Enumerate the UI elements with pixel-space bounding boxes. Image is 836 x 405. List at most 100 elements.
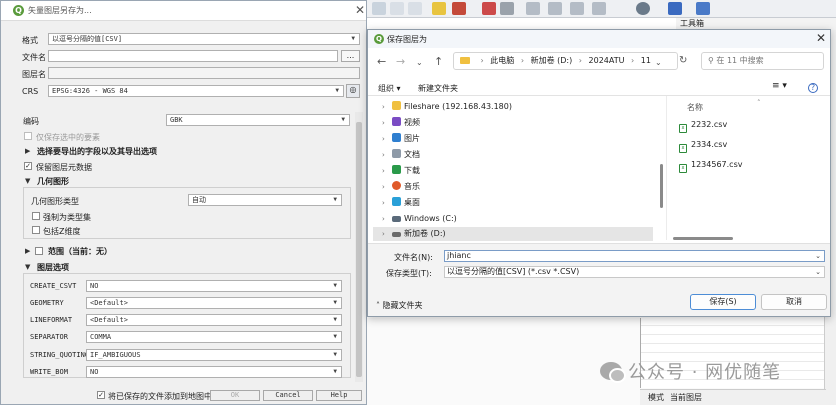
add-to-map-checkbox[interactable]: ✓ xyxy=(97,391,105,399)
cancel-button[interactable]: 取消 xyxy=(761,294,827,310)
format-select[interactable]: 以逗号分隔的值[CSV] ▼ xyxy=(48,33,360,45)
layer-icon[interactable] xyxy=(432,2,446,15)
layer-options-section-title[interactable]: 图层选项 xyxy=(37,262,69,273)
merge-icon[interactable] xyxy=(592,2,606,15)
layer-option-select[interactable]: NO ▼ xyxy=(86,280,342,292)
expand-arrow-icon[interactable]: ▶ xyxy=(25,247,30,255)
up-icon[interactable]: ↑ xyxy=(434,55,443,68)
view-options-icon[interactable]: ≡ ▾ xyxy=(772,81,787,91)
tree-item[interactable]: › Windows (C:) xyxy=(382,212,457,226)
scroll-thumb[interactable] xyxy=(356,122,362,377)
tree-item[interactable]: › 视频 xyxy=(382,116,420,130)
help-button[interactable]: Help xyxy=(316,390,362,401)
dialog-title: 矢量图层另存为... xyxy=(28,6,92,15)
plugin-icon[interactable] xyxy=(668,2,682,15)
style-icon[interactable] xyxy=(452,2,466,15)
extent-label[interactable]: 范围（当前：无） xyxy=(48,246,112,257)
encoding-select[interactable]: GBK ▼ xyxy=(166,114,350,126)
browse-button[interactable]: ... xyxy=(341,50,360,62)
layer-option-value: NO xyxy=(90,282,99,290)
back-icon[interactable]: ← xyxy=(377,55,386,68)
search-input[interactable]: ⚲ 在 11 中搜索 xyxy=(701,52,824,70)
address-dropdown-icon[interactable]: ⌄ xyxy=(655,58,662,67)
sort-chevron-icon: ˄ xyxy=(757,99,761,107)
layer-option-key: SEPARATOR xyxy=(30,333,68,341)
digitize-icon[interactable] xyxy=(500,2,514,15)
options-scrollbar[interactable] xyxy=(355,112,363,382)
breadcrumb-item[interactable]: 2024ATU xyxy=(589,56,625,65)
ok-button[interactable]: OK xyxy=(210,390,260,401)
scroll-thumb[interactable] xyxy=(660,164,663,208)
persist-metadata-checkbox[interactable]: ✓ xyxy=(24,162,32,170)
vertex-icon[interactable] xyxy=(548,2,562,15)
address-bar[interactable]: › 此电脑 › 新加卷 (D:) › 2024ATU › 11 xyxy=(453,52,678,70)
layername-input[interactable] xyxy=(48,67,360,79)
node-tool-icon[interactable] xyxy=(526,2,540,15)
recent-chevron-icon[interactable]: ⌄ xyxy=(416,58,423,67)
music-icon xyxy=(392,181,401,190)
geometry-type-select[interactable]: 自动 ▼ xyxy=(188,194,342,206)
tree-item[interactable]: › 图片 xyxy=(382,132,420,146)
close-icon[interactable]: ✕ xyxy=(816,31,826,45)
help-icon[interactable]: ? xyxy=(808,83,818,93)
filetype-select[interactable]: 以逗号分隔的值[CSV] (*.csv *.CSV) ⌄ xyxy=(444,266,825,278)
only-selected-checkbox[interactable] xyxy=(24,132,32,140)
breadcrumb-item[interactable]: 此电脑 xyxy=(490,56,514,65)
redo-icon[interactable] xyxy=(408,2,422,15)
tree-item[interactable]: › Fileshare (192.168.43.180) xyxy=(382,100,512,114)
chevron-down-icon: ⌄ xyxy=(815,252,821,260)
chevron-down-icon: ▼ xyxy=(351,35,355,42)
chevron-up-icon: ˄ xyxy=(376,301,380,310)
crs-picker-icon[interactable]: ◎ xyxy=(346,84,360,98)
select-fields-toggle[interactable]: 选择要导出的字段以及其导出选项 xyxy=(37,146,157,157)
layer-option-select[interactable]: <Default> ▼ xyxy=(86,314,342,326)
layer-option-select[interactable]: IF_AMBIGUOUS ▼ xyxy=(86,349,342,361)
save-filename-input[interactable]: jhianc ⌄ xyxy=(444,250,825,262)
python-icon[interactable] xyxy=(636,2,650,15)
filename-input[interactable] xyxy=(48,50,338,62)
collapse-arrow-icon[interactable]: ▼ xyxy=(25,263,30,271)
hide-folders-toggle[interactable]: ˄ 隐藏文件夹 xyxy=(376,300,423,311)
include-z-checkbox[interactable] xyxy=(32,226,40,234)
edit-icon[interactable] xyxy=(482,2,496,15)
layer-option-select[interactable]: COMMA ▼ xyxy=(86,331,342,343)
tree-item-label: 音乐 xyxy=(404,182,420,191)
chevron-down-icon: ▼ xyxy=(333,299,337,306)
layer-option-select[interactable]: <Default> ▼ xyxy=(86,297,342,309)
save-button[interactable]: 保存(S) xyxy=(690,294,756,310)
breadcrumb-separator: › xyxy=(520,56,525,65)
file-item[interactable]: x 1234567.csv xyxy=(679,160,742,173)
close-icon[interactable]: ✕ xyxy=(355,3,365,17)
expand-arrow-icon[interactable]: ▶ xyxy=(25,147,30,155)
filename-value: jhianc xyxy=(447,251,471,260)
column-header-name[interactable]: 名称 xyxy=(687,102,703,113)
file-item[interactable]: x 2232.csv xyxy=(679,120,727,133)
tree-item-selected[interactable]: › 新加卷 (D:) xyxy=(373,227,653,241)
tree-item[interactable]: › 音乐 xyxy=(382,180,420,194)
tree-item[interactable]: › 桌面 xyxy=(382,196,420,210)
geometry-section-title[interactable]: 几何图形 xyxy=(37,176,69,187)
help-icon[interactable] xyxy=(696,2,710,15)
forward-icon[interactable]: → xyxy=(396,55,405,68)
refresh-icon[interactable]: ↻ xyxy=(679,55,687,66)
layer-option-select[interactable]: NO ▼ xyxy=(86,366,342,378)
force-multi-checkbox[interactable] xyxy=(32,212,40,220)
new-folder-button[interactable]: 新建文件夹 xyxy=(418,83,458,94)
breadcrumb-item[interactable]: 11 xyxy=(641,56,651,65)
collapse-arrow-icon[interactable]: ▼ xyxy=(25,177,30,185)
status-layer-label: 当前图层 xyxy=(670,393,702,402)
undo-icon[interactable] xyxy=(390,2,404,15)
breadcrumb-item[interactable]: 新加卷 (D:) xyxy=(531,56,573,65)
extent-checkbox[interactable] xyxy=(35,247,43,255)
tree-item[interactable]: › 文档 xyxy=(382,148,420,162)
organize-button[interactable]: 组织 ▾ xyxy=(378,83,401,94)
split-icon[interactable] xyxy=(570,2,584,15)
filetype-value: 以逗号分隔的值[CSV] (*.csv *.CSV) xyxy=(447,267,580,276)
tree-scrollbar[interactable] xyxy=(660,100,664,240)
file-item[interactable]: x 2334.csv xyxy=(679,140,727,153)
tree-item[interactable]: › 下载 xyxy=(382,164,420,178)
toolbar-icon[interactable] xyxy=(372,2,386,15)
crs-select[interactable]: EPSG:4326 - WGS 84 ▼ xyxy=(48,85,344,97)
cancel-button[interactable]: Cancel xyxy=(263,390,313,401)
horizontal-scrollbar[interactable] xyxy=(673,237,733,240)
